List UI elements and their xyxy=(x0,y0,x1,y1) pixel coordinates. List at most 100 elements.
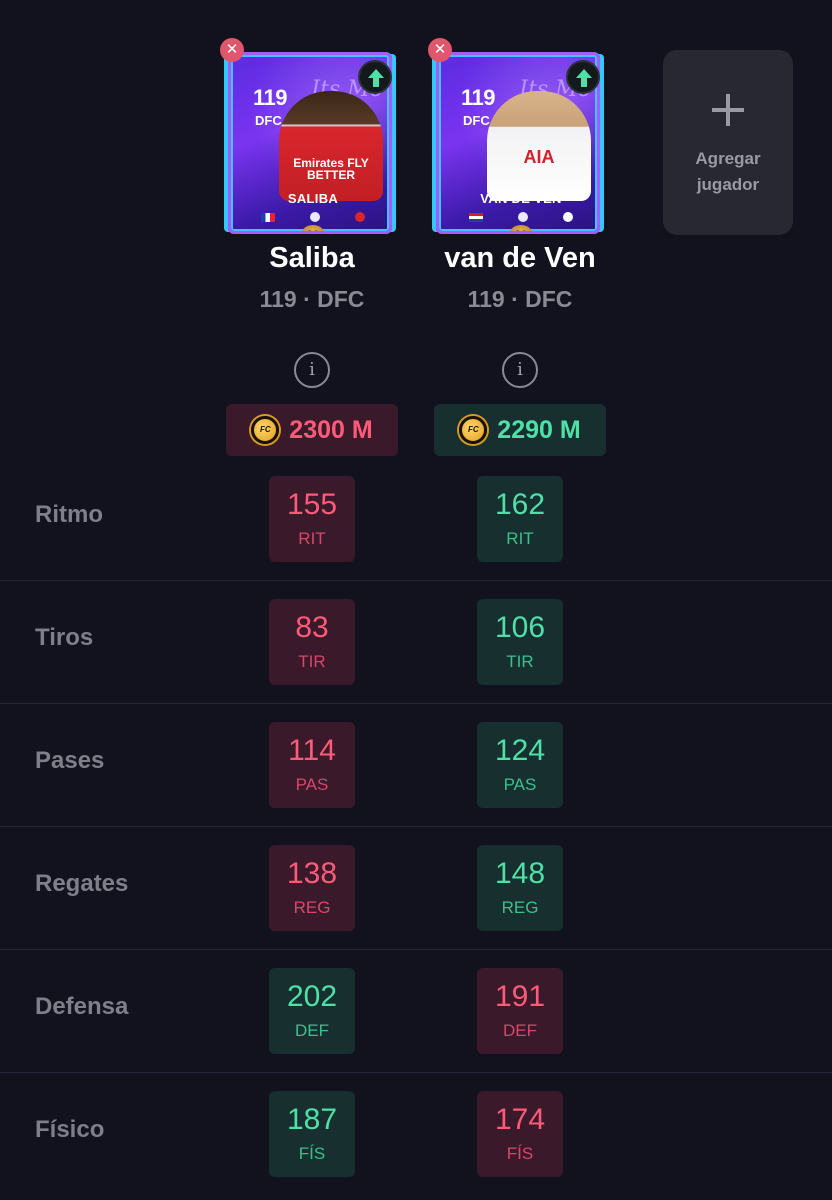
upgrade-button[interactable] xyxy=(358,60,392,94)
card-position: DFC xyxy=(255,113,282,128)
netherlands-flag-icon xyxy=(469,212,483,222)
stat-box-player-2: 191 DEF xyxy=(477,968,563,1054)
fc-coin-icon: FC xyxy=(251,416,280,444)
price-badge: FC 2300 M xyxy=(226,404,398,456)
stat-row: Físico 187 FÍS 174 FÍS xyxy=(0,1073,832,1196)
stat-value: 155 xyxy=(286,488,338,521)
stat-abbreviation: RIT xyxy=(298,529,326,548)
stat-abbreviation: FÍS xyxy=(298,1144,326,1163)
stat-value: 138 xyxy=(286,857,338,890)
player-comparison-screen: Its Mo 119 DFC Emirates FLY BETTER SALIB… xyxy=(0,0,832,1200)
card-footer xyxy=(261,211,365,223)
player-card[interactable]: Its Mo 119 DFC Emirates FLY BETTER SALIB… xyxy=(212,38,412,238)
arrow-up-icon xyxy=(576,69,592,87)
remove-player-button[interactable]: ✕ xyxy=(220,38,244,62)
add-player-label-line1: Agregar xyxy=(695,149,761,168)
stat-box-player-1: 155 RIT xyxy=(269,476,355,562)
stat-box-player-1: 138 REG xyxy=(269,845,355,931)
player-column-1: Its Mo 119 DFC Emirates FLY BETTER SALIB… xyxy=(212,38,412,456)
stat-abbreviation: TIR xyxy=(298,652,326,671)
player-card[interactable]: Its Mo 119 DFC AIA VAN DE VEN 30 ✕ xyxy=(420,38,620,238)
stat-value: 106 xyxy=(494,611,546,644)
card-badge: 30 xyxy=(301,225,325,231)
info-button[interactable]: i xyxy=(294,352,330,388)
plus-icon xyxy=(712,94,744,126)
stat-box-player-2: 106 TIR xyxy=(477,599,563,685)
tottenham-crest-icon xyxy=(563,212,573,222)
kit-sponsor: Emirates FLY BETTER xyxy=(293,156,369,182)
info-icon: i xyxy=(517,359,523,380)
stat-value: 124 xyxy=(494,734,546,767)
stat-box-player-2: 174 FÍS xyxy=(477,1091,563,1177)
stat-row: Ritmo 155 RIT 162 RIT xyxy=(0,458,832,581)
add-player-label: Agregar jugador xyxy=(663,146,793,198)
stat-box-player-2: 148 REG xyxy=(477,845,563,931)
player-rating-position: 119 · DFC xyxy=(467,286,573,312)
stat-row: Pases 114 PAS 124 PAS xyxy=(0,704,832,827)
remove-player-button[interactable]: ✕ xyxy=(428,38,452,62)
card-player-name: VAN DE VEN xyxy=(480,191,562,206)
card-position: DFC xyxy=(463,113,490,128)
add-player-button[interactable]: Agregar jugador xyxy=(663,50,793,235)
stat-box-player-1: 114 PAS xyxy=(269,722,355,808)
card-footer xyxy=(469,211,573,223)
player-column-2: Its Mo 119 DFC AIA VAN DE VEN 30 ✕ xyxy=(420,38,620,456)
stat-box-player-2: 124 PAS xyxy=(477,722,563,808)
stat-label: Regates xyxy=(35,870,129,897)
stat-abbreviation: DEF xyxy=(295,1021,329,1040)
stat-value: 114 xyxy=(288,734,336,767)
card-rating: 119 xyxy=(461,85,496,110)
stat-row: Regates 138 REG 148 REG xyxy=(0,827,832,950)
price-value: 2300 M xyxy=(289,415,373,444)
price-badge: FC 2290 M xyxy=(434,404,606,456)
info-icon: i xyxy=(309,359,315,380)
stat-value: 202 xyxy=(286,980,338,1013)
player-name: Saliba xyxy=(269,242,355,274)
card-rating: 119 xyxy=(253,85,288,110)
stat-row: Defensa 202 DEF 191 DEF xyxy=(0,950,832,1073)
stat-value: 83 xyxy=(295,611,329,644)
add-player-label-line2: jugador xyxy=(696,175,760,194)
arrow-up-icon xyxy=(368,69,384,87)
stat-label: Físico xyxy=(35,1116,105,1143)
stat-value: 148 xyxy=(494,857,546,890)
stat-row: Tiros 83 TIR 106 TIR xyxy=(0,581,832,704)
stat-label: Defensa xyxy=(35,993,129,1020)
france-flag-icon xyxy=(261,212,275,222)
stat-box-player-1: 202 DEF xyxy=(269,968,355,1054)
stat-label: Ritmo xyxy=(35,501,103,528)
stat-abbreviation: DEF xyxy=(503,1021,537,1040)
stat-abbreviation: PAS xyxy=(295,775,329,794)
arsenal-crest-icon xyxy=(355,212,365,222)
upgrade-button[interactable] xyxy=(566,60,600,94)
stat-box-player-1: 83 TIR xyxy=(269,599,355,685)
stat-abbreviation: RIT xyxy=(506,529,534,548)
stat-label: Tiros xyxy=(35,624,94,651)
player-photo xyxy=(279,91,383,201)
card-player-name: SALIBA xyxy=(287,191,339,206)
stat-value: 162 xyxy=(494,488,546,521)
stat-value: 174 xyxy=(494,1103,546,1136)
stat-abbreviation: TIR xyxy=(506,652,534,671)
league-icon xyxy=(518,212,528,222)
stat-box-player-2: 162 RIT xyxy=(477,476,563,562)
kit-sponsor: AIA xyxy=(523,147,555,167)
close-icon: ✕ xyxy=(225,41,239,58)
player-name: van de Ven xyxy=(444,242,596,274)
card-badge: 30 xyxy=(509,225,533,231)
stat-value: 191 xyxy=(494,980,546,1013)
stat-value: 187 xyxy=(286,1103,338,1136)
stat-label: Pases xyxy=(35,747,105,774)
stat-abbreviation: PAS xyxy=(503,775,537,794)
stat-abbreviation: REG xyxy=(293,898,331,917)
price-value: 2290 M xyxy=(497,415,581,444)
league-icon xyxy=(310,212,320,222)
close-icon: ✕ xyxy=(433,41,447,58)
info-button[interactable]: i xyxy=(502,352,538,388)
stat-abbreviation: FÍS xyxy=(506,1144,534,1163)
fc-coin-icon: FC xyxy=(459,416,488,444)
player-photo xyxy=(487,91,591,201)
player-rating-position: 119 · DFC xyxy=(259,286,365,312)
stat-abbreviation: REG xyxy=(501,898,539,917)
stat-box-player-1: 187 FÍS xyxy=(269,1091,355,1177)
